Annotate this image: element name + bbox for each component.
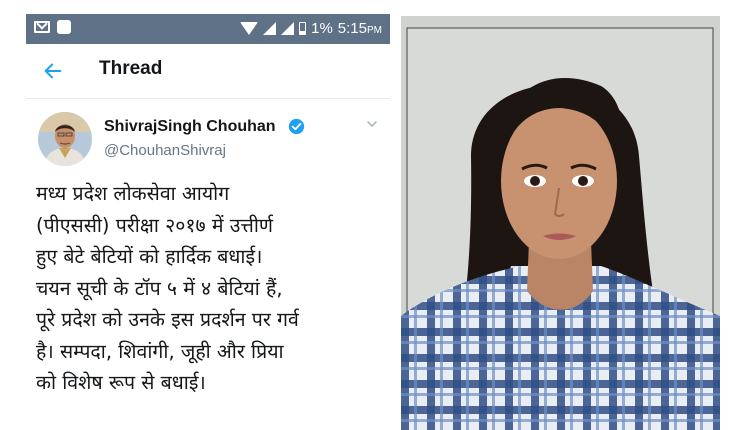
- avatar[interactable]: [38, 112, 92, 166]
- mail-icon: [34, 21, 50, 33]
- chevron-down-icon[interactable]: [366, 118, 378, 130]
- clock-suffix: PM: [367, 25, 382, 36]
- verified-badge-icon: [288, 118, 305, 135]
- back-arrow-icon[interactable]: [42, 60, 64, 82]
- wifi-icon: [240, 22, 259, 35]
- clock: 5:15PM: [338, 20, 382, 37]
- tweet-screenshot: 1% 5:15PM Thread ShivrajSingh Chouhan @C…: [26, 14, 390, 430]
- tweet-text: मध्य प्रदेश लोकसेवा आयोग (पीएससी) परीक्ष…: [36, 182, 299, 394]
- status-bar: 1% 5:15PM: [26, 14, 390, 44]
- signal-icon: [281, 22, 295, 35]
- battery-icon: [299, 22, 307, 35]
- thread-header: Thread: [26, 44, 390, 99]
- author-handle[interactable]: @ChouhanShivraj: [104, 142, 226, 159]
- page-title: Thread: [99, 58, 163, 79]
- signal-icon: [263, 22, 277, 35]
- clock-time: 5:15: [337, 20, 367, 37]
- portrait-photo: [401, 16, 720, 430]
- battery-percent: 1%: [311, 20, 333, 37]
- author-name[interactable]: ShivrajSingh Chouhan: [104, 118, 276, 136]
- notification-square-icon: [57, 20, 71, 34]
